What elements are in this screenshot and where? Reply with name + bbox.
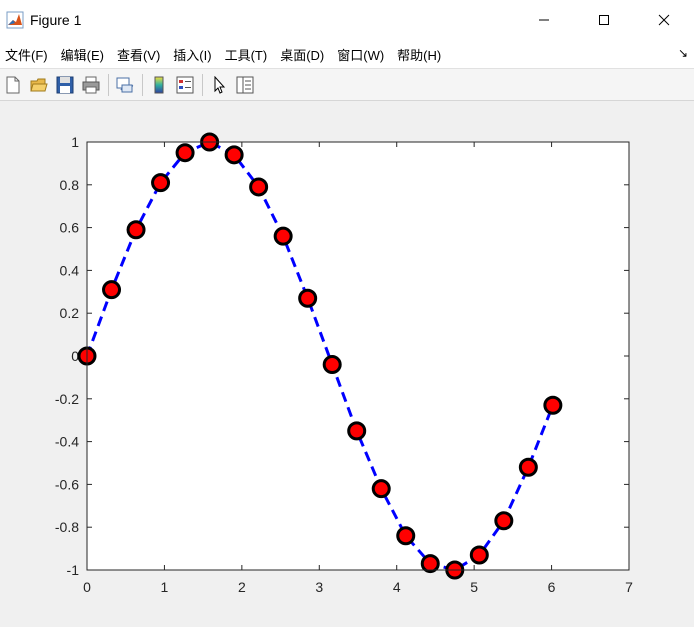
- open-file-button[interactable]: [28, 74, 50, 96]
- open-folder-icon: [30, 78, 48, 91]
- y-tick-label: -1: [67, 562, 80, 578]
- data-point: [102, 280, 122, 300]
- minimize-button[interactable]: [514, 0, 574, 40]
- data-point: [273, 226, 293, 246]
- toolbar-separator: [202, 73, 203, 96]
- link-plot-icon: [116, 77, 134, 92]
- print-button[interactable]: [80, 74, 102, 96]
- y-tick-label: 0.4: [60, 262, 80, 278]
- data-point: [298, 288, 318, 308]
- x-tick-label: 2: [238, 579, 246, 595]
- new-figure-button[interactable]: [2, 74, 24, 96]
- data-point: [396, 526, 416, 546]
- legend-button[interactable]: [174, 74, 196, 96]
- y-tick-label: 1: [71, 134, 79, 150]
- data-point: [420, 554, 440, 574]
- data-point: [126, 220, 146, 240]
- print-icon: [82, 76, 100, 93]
- data-point: [494, 511, 514, 531]
- pointer-arrow-icon: [214, 75, 226, 94]
- close-icon: [658, 14, 670, 26]
- pointer-button[interactable]: [208, 74, 230, 96]
- data-point: [347, 421, 367, 441]
- close-button[interactable]: [634, 0, 694, 40]
- menu-help[interactable]: 帮助(H): [397, 45, 441, 64]
- menu-view[interactable]: 查看(V): [117, 45, 160, 64]
- x-tick-label: 4: [393, 579, 401, 595]
- toolbar-separator: [108, 73, 109, 96]
- maximize-icon: [599, 15, 609, 25]
- save-button[interactable]: [54, 74, 76, 96]
- property-editor-button[interactable]: [234, 74, 256, 96]
- toolbar-separator: [142, 73, 143, 96]
- menu-desktop[interactable]: 桌面(D): [280, 45, 324, 64]
- y-tick-label: -0.6: [55, 476, 79, 492]
- menu-insert[interactable]: 插入(I): [173, 45, 211, 64]
- property-editor-icon: [236, 76, 254, 93]
- data-point: [543, 395, 563, 415]
- maximize-button[interactable]: [574, 0, 634, 40]
- y-tick-label: 0.6: [60, 220, 80, 236]
- y-tick-label: -0.2: [55, 391, 79, 407]
- x-tick-label: 6: [548, 579, 556, 595]
- window-title: Figure 1: [30, 12, 82, 28]
- y-tick-label: 0.8: [60, 177, 80, 193]
- legend-icon: [176, 76, 194, 93]
- matlab-logo-icon: [6, 11, 24, 29]
- data-point: [469, 545, 489, 565]
- data-point: [175, 143, 195, 163]
- y-tick-label: -0.8: [55, 519, 79, 535]
- y-tick-label: -0.4: [55, 434, 79, 450]
- menu-file[interactable]: 文件(F): [5, 45, 48, 64]
- menu-bar: 文件(F) 编辑(E) 查看(V) 插入(I) 工具(T) 桌面(D) 窗口(W…: [0, 40, 694, 69]
- menu-edit[interactable]: 编辑(E): [61, 45, 104, 64]
- x-tick-label: 0: [83, 579, 91, 595]
- data-point: [249, 177, 269, 197]
- figure-canvas: 0 1 2 3 4 5 6 7 -1 -0.8 -0.6 -0.4 -0.2 0 0.2 0.4 0.6 0.8 1: [0, 101, 694, 622]
- toolbar: [0, 69, 694, 101]
- window-controls: [514, 0, 694, 40]
- data-point: [322, 355, 342, 375]
- menu-window[interactable]: 窗口(W): [337, 45, 384, 64]
- plot-background: [87, 142, 629, 570]
- y-tick-label: 0.2: [60, 305, 80, 321]
- data-point: [151, 173, 171, 193]
- x-tick-label: 7: [625, 579, 633, 595]
- title-bar: Figure 1: [0, 0, 694, 40]
- menu-tools[interactable]: 工具(T): [225, 45, 268, 64]
- x-tick-label: 3: [315, 579, 323, 595]
- new-file-icon: [6, 76, 20, 93]
- link-plot-button[interactable]: [114, 74, 136, 96]
- save-icon: [56, 76, 74, 93]
- plot-svg[interactable]: 0 1 2 3 4 5 6 7-1-0.8-0.6-0.4-0.200.20.40.60.81: [0, 101, 694, 622]
- data-point: [518, 457, 538, 477]
- x-tick-label: 1: [161, 579, 169, 595]
- colorbar-icon: [154, 76, 164, 93]
- x-tick-label: 5: [470, 579, 478, 595]
- data-point: [224, 145, 244, 165]
- colorbar-button[interactable]: [148, 74, 170, 96]
- data-point: [371, 479, 391, 499]
- dock-arrow-icon[interactable]: ↘: [678, 46, 688, 60]
- minimize-icon: [539, 19, 549, 21]
